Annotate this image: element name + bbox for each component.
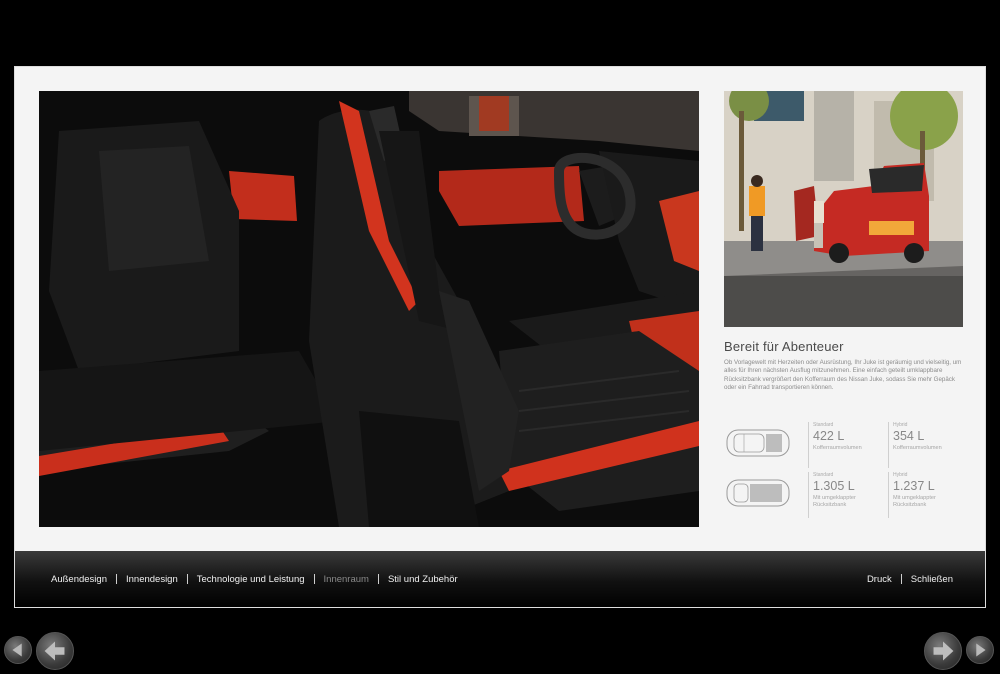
nav-divider bbox=[115, 574, 117, 584]
last-page-button[interactable] bbox=[966, 636, 994, 664]
brochure-navbar: Außendesign Innendesign Technologie und … bbox=[15, 551, 985, 607]
nav-technology[interactable]: Technologie und Leistung bbox=[197, 574, 305, 585]
nav-divider bbox=[186, 574, 188, 584]
spec-standard-volume: Standard 422 L Kofferraumvolumen bbox=[808, 422, 884, 468]
utility-nav: Druck Schließen bbox=[867, 551, 953, 607]
nav-style-accessories[interactable]: Stil und Zubehör bbox=[388, 574, 458, 585]
luggage-specs: Standard 422 L Kofferraumvolumen Hybrid … bbox=[724, 422, 969, 522]
nav-interior-design[interactable]: Innendesign bbox=[126, 574, 178, 585]
spec-standard-folded-volume: Standard 1.305 L Mit umgeklappter Rücksi… bbox=[808, 472, 884, 518]
print-button[interactable]: Druck bbox=[867, 574, 892, 585]
nav-interior-space[interactable]: Innenraum bbox=[324, 574, 369, 585]
article-body: Ob Vorlagewelt mit Herzeiten oder Ausrüs… bbox=[724, 359, 962, 391]
first-page-button[interactable] bbox=[4, 636, 32, 664]
triangle-right-icon bbox=[976, 643, 986, 657]
nav-divider bbox=[377, 574, 379, 584]
arrow-right-icon bbox=[933, 641, 954, 661]
nav-divider bbox=[313, 574, 315, 584]
section-nav: Außendesign Innendesign Technologie und … bbox=[51, 551, 458, 607]
article-title: Bereit für Abenteuer bbox=[724, 339, 844, 354]
lifestyle-photo bbox=[724, 91, 963, 327]
spec-row-folded: Standard 1.305 L Mit umgeklappter Rücksi… bbox=[724, 472, 969, 518]
nav-exterior-design[interactable]: Außendesign bbox=[51, 574, 107, 585]
close-button[interactable]: Schließen bbox=[911, 574, 953, 585]
brochure-page: Bereit für Abenteuer Ob Vorlagewelt mit … bbox=[14, 66, 986, 608]
next-page-button[interactable] bbox=[924, 632, 962, 670]
prev-page-button[interactable] bbox=[36, 632, 74, 670]
nav-divider bbox=[900, 574, 902, 584]
car-topview-icon bbox=[726, 429, 790, 457]
triangle-left-icon bbox=[12, 643, 22, 657]
spec-hybrid-folded-volume: Hybrid 1.237 L Mit umgeklappter Rücksitz… bbox=[888, 472, 964, 518]
arrow-left-icon bbox=[44, 641, 65, 661]
spec-row-standard: Standard 422 L Kofferraumvolumen Hybrid … bbox=[724, 422, 969, 468]
interior-photo bbox=[39, 91, 699, 527]
car-topview-folded-icon bbox=[726, 479, 790, 507]
spec-hybrid-volume: Hybrid 354 L Kofferraumvolumen bbox=[888, 422, 964, 468]
